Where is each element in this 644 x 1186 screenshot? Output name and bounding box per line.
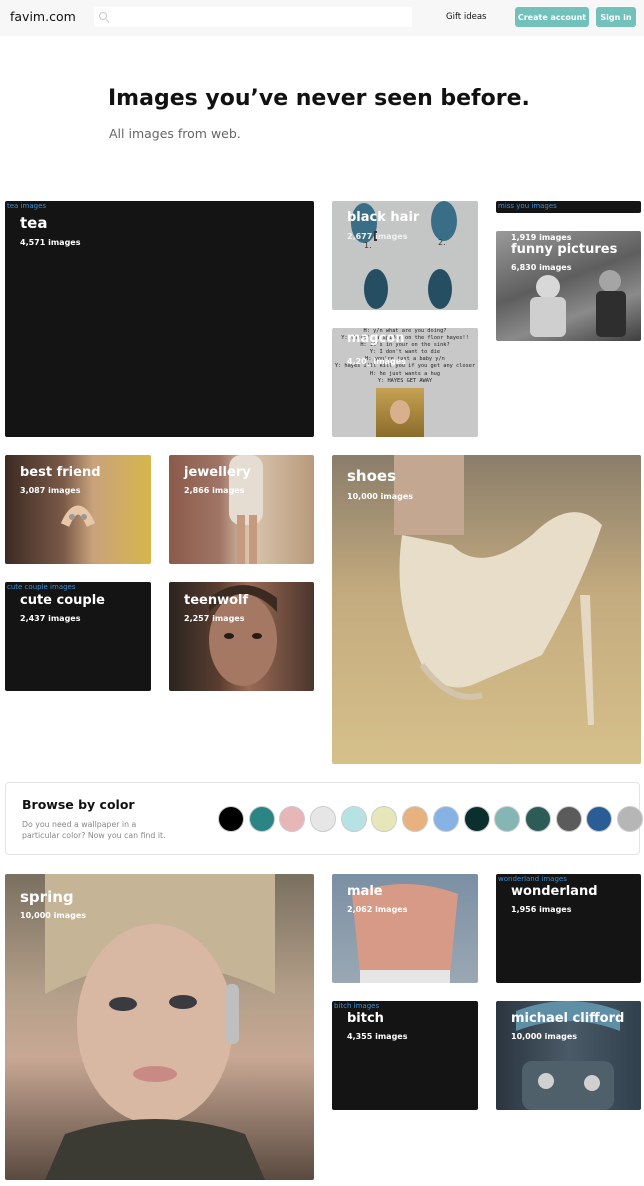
- tile-tag: wonderland images: [498, 875, 567, 883]
- top-bar: favim.com Gift ideas Create account Sign…: [0, 0, 644, 36]
- tile-title: black hair: [347, 210, 420, 225]
- color-swatch-pink[interactable]: [279, 806, 306, 832]
- tile-spring[interactable]: spring 10,000 images: [5, 874, 314, 1180]
- tile-count: 2,257 images: [184, 614, 245, 623]
- tile-count: 10,000 images: [511, 1032, 578, 1041]
- page-subtitle: All images from web.: [109, 126, 241, 141]
- tile-title: magcon: [347, 331, 405, 346]
- tile-male[interactable]: male 2,062 images: [332, 874, 478, 983]
- browse-by-color-panel: Browse by color Do you need a wallpaper …: [5, 782, 643, 855]
- tile-count: 4,355 images: [347, 1032, 408, 1041]
- tile-teenwolf[interactable]: teenwolf 2,257 images: [169, 582, 314, 691]
- browse-title: Browse by color: [22, 797, 135, 812]
- tile-count: 1,956 images: [511, 905, 572, 914]
- tile-miss-you[interactable]: miss you images: [496, 201, 641, 213]
- color-swatch-blue[interactable]: [586, 806, 613, 832]
- shoe-photo: [394, 455, 602, 725]
- tile-cute-couple[interactable]: cute couple images cute couple 2,437 ima…: [5, 582, 151, 691]
- color-swatch-dark-green[interactable]: [463, 806, 490, 832]
- tile-magcon[interactable]: H: y/n what are you doing? Y: there's a …: [332, 328, 478, 437]
- tile-tag-count: 1,919 images: [511, 233, 572, 242]
- tile-title: teenwolf: [184, 593, 249, 608]
- tile-count: 10,000 images: [20, 911, 87, 920]
- svg-text:1.: 1.: [364, 241, 372, 250]
- tile-title: best friend: [20, 465, 101, 480]
- gift-ideas-link[interactable]: Gift ideas: [446, 12, 486, 22]
- tile-title: michael clifford: [511, 1011, 625, 1026]
- tile-tag: tea images: [7, 202, 47, 210]
- color-swatch-silver[interactable]: [616, 806, 643, 832]
- tile-title: funny pictures: [511, 242, 618, 257]
- tile-count: 2,866 images: [184, 486, 245, 495]
- tile-count: 6,830 images: [511, 263, 572, 272]
- color-swatch-orange[interactable]: [402, 806, 429, 832]
- tile-jewellery[interactable]: jewellery 2,866 images: [169, 455, 314, 564]
- tile-tea[interactable]: tea images tea 4,571 images: [5, 201, 314, 437]
- tile-tag: bitch images: [334, 1002, 380, 1010]
- color-swatch-gray[interactable]: [555, 806, 582, 832]
- tile-black-hair[interactable]: 1. 2. black hair 2,677 images: [332, 201, 478, 310]
- tile-count: 4,20_ images: [347, 357, 406, 366]
- tile-bitch[interactable]: bitch images bitch 4,355 images: [332, 1001, 478, 1110]
- tile-title: wonderland: [511, 884, 598, 899]
- color-swatch-light-yellow[interactable]: [371, 806, 398, 832]
- color-swatch-light-gray[interactable]: [310, 806, 337, 832]
- magcon-photo: [376, 388, 424, 437]
- color-swatch-gray-teal[interactable]: [494, 806, 521, 832]
- tile-michael-clifford[interactable]: michael clifford 10,000 images: [496, 1001, 641, 1110]
- sign-in-button[interactable]: Sign in: [596, 7, 636, 27]
- site-logo[interactable]: favim.com: [10, 9, 76, 24]
- color-swatch-teal[interactable]: [248, 806, 275, 832]
- create-account-button[interactable]: Create account: [515, 7, 589, 27]
- browse-description: Do you need a wallpaper in a particular …: [22, 820, 166, 840]
- color-swatches: [218, 806, 644, 832]
- search-icon: [99, 12, 107, 20]
- tile-count: 4,571 images: [20, 238, 81, 247]
- search-input[interactable]: [94, 7, 412, 27]
- tile-title: shoes: [347, 467, 397, 485]
- tile-title: cute couple: [20, 593, 105, 608]
- tile-shoes[interactable]: shoes 10,000 images: [332, 455, 641, 764]
- tile-title: male: [347, 884, 383, 899]
- tile-title: bitch: [347, 1011, 384, 1026]
- tile-title: spring: [20, 888, 74, 906]
- tile-count: 2,437 images: [20, 614, 81, 623]
- svg-text:2.: 2.: [438, 238, 446, 247]
- tile-count: 2,677 images: [347, 232, 408, 241]
- tile-count: 3,087 images: [20, 486, 81, 495]
- tile-title: tea: [20, 214, 48, 232]
- tile-funny-pictures[interactable]: 1,919 images funny pictures 6,830 images: [496, 231, 641, 341]
- tile-title: jewellery: [184, 465, 251, 480]
- tile-count: 10,000 images: [347, 492, 414, 501]
- page-title: Images you’ve never seen before.: [108, 86, 530, 111]
- color-swatch-dark-teal[interactable]: [524, 806, 551, 832]
- color-swatch-light-cyan[interactable]: [340, 806, 367, 832]
- color-swatch-black[interactable]: [218, 806, 244, 832]
- tile-tag: cute couple images: [7, 583, 76, 591]
- tile-wonderland[interactable]: wonderland images wonderland 1,956 image…: [496, 874, 641, 983]
- tile-best-friend[interactable]: best friend 3,087 images: [5, 455, 151, 564]
- tile-count: 2,062 images: [347, 905, 408, 914]
- color-swatch-light-blue[interactable]: [432, 806, 459, 832]
- tile-tag: miss you images: [498, 202, 557, 210]
